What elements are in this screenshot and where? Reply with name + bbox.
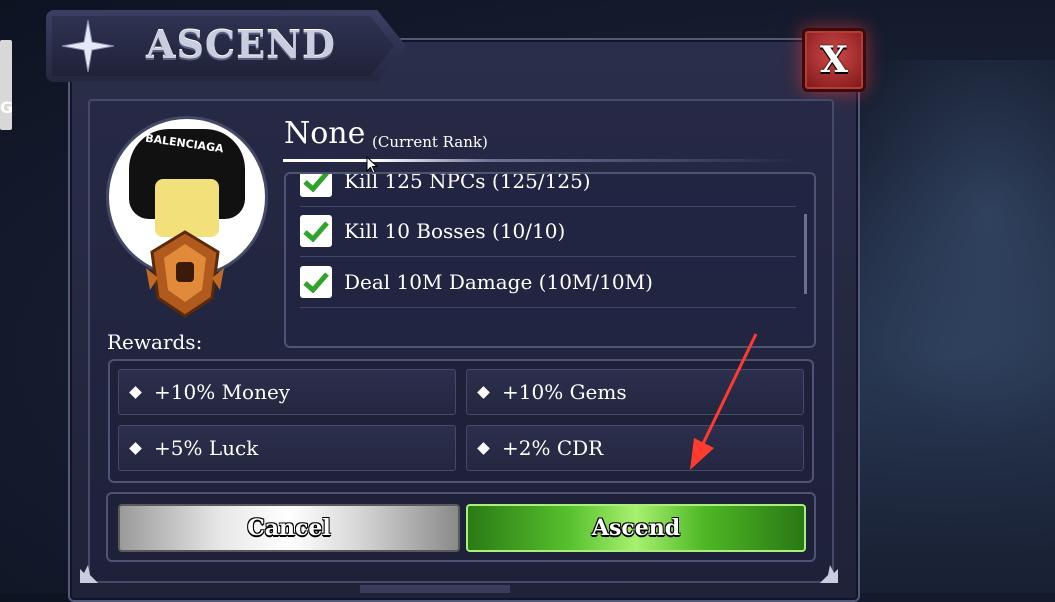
action-bar: Cancel Ascend bbox=[106, 492, 816, 562]
diamond-bullet-icon bbox=[129, 441, 142, 455]
checkbox-checked-icon bbox=[300, 266, 332, 298]
requirement-text: Kill 10 Bosses (10/10) bbox=[344, 219, 566, 243]
list-item: Kill 125 NPCs (125/125) bbox=[300, 172, 796, 207]
diamond-bullet-icon bbox=[477, 441, 490, 455]
list-item: Kill 10 Bosses (10/10) bbox=[300, 206, 796, 257]
bottom-frame-strip bbox=[360, 585, 510, 593]
rank-emblem-icon bbox=[146, 230, 224, 318]
ascend-button[interactable]: Ascend bbox=[466, 504, 806, 552]
background-glow bbox=[835, 60, 1055, 440]
reward-text: +10% Gems bbox=[502, 380, 627, 404]
requirement-text: Deal 10M Damage (10M/10M) bbox=[344, 270, 653, 294]
list-item: Deal 10M Damage (10M/10M) bbox=[300, 257, 796, 308]
current-rank-label: (Current Rank) bbox=[372, 133, 488, 151]
diamond-bullet-icon bbox=[477, 385, 490, 399]
reward-item: +10% Money bbox=[118, 369, 456, 415]
close-button[interactable]: X bbox=[802, 28, 866, 92]
rewards-heading: Rewards: bbox=[107, 330, 203, 354]
rank-underline bbox=[283, 159, 803, 162]
annotation-arrow-icon bbox=[690, 333, 758, 470]
requirements-list[interactable]: Kill 125 NPCs (125/125) Kill 10 Bosses (… bbox=[284, 172, 816, 348]
close-icon: X bbox=[820, 39, 848, 81]
scrollbar[interactable] bbox=[804, 214, 807, 294]
reward-text: +5% Luck bbox=[154, 436, 259, 460]
background-letter: G bbox=[0, 98, 14, 117]
reward-text: +10% Money bbox=[154, 380, 291, 404]
sparkle-star-icon bbox=[61, 19, 115, 73]
diamond-bullet-icon bbox=[129, 385, 142, 399]
reward-item: +5% Luck bbox=[118, 425, 456, 471]
cancel-button[interactable]: Cancel bbox=[118, 504, 460, 552]
current-rank-name: None bbox=[284, 116, 366, 151]
corner-ornament-icon bbox=[820, 565, 838, 583]
requirement-text: Kill 125 NPCs (125/125) bbox=[344, 172, 591, 193]
checkbox-checked-icon bbox=[300, 215, 332, 247]
checkbox-checked-icon bbox=[300, 174, 332, 197]
corner-ornament-icon bbox=[80, 565, 98, 583]
window-title: ASCEND bbox=[146, 22, 336, 67]
reward-text: +2% CDR bbox=[502, 436, 604, 460]
